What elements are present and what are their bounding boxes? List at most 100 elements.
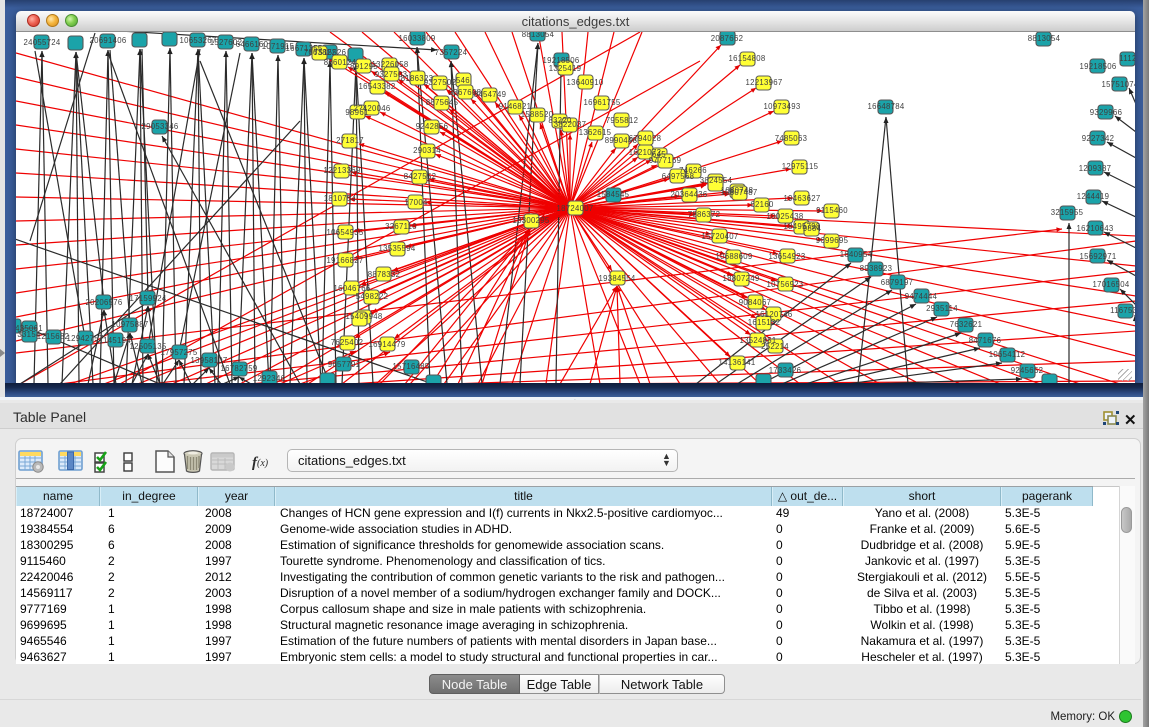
svg-text:1733426: 1733426	[769, 366, 801, 375]
svg-text:13226058: 13226058	[371, 60, 408, 69]
svg-text:17016504: 17016504	[1092, 280, 1129, 289]
svg-text:16961755: 16961755	[583, 98, 620, 107]
svg-text:16154808: 16154808	[728, 54, 765, 63]
svg-text:1615132: 1615132	[748, 318, 780, 327]
svg-text:7485063: 7485063	[775, 134, 807, 143]
svg-text:16782759: 16782759	[220, 364, 257, 373]
svg-text:8427552: 8427552	[404, 172, 436, 181]
svg-text:10025438: 10025438	[766, 212, 803, 221]
svg-text:1112: 1112	[1119, 54, 1135, 63]
svg-text:10975887: 10975887	[111, 320, 148, 329]
svg-text:1215682: 1215682	[37, 332, 69, 341]
svg-text:1584545: 1584545	[597, 190, 630, 199]
svg-text:17159924: 17159924	[129, 294, 166, 303]
svg-text:9242856: 9242856	[416, 122, 448, 131]
svg-text:18300295: 18300295	[512, 216, 549, 225]
svg-text:18724007: 18724007	[556, 204, 593, 213]
svg-text:10807487: 10807487	[720, 188, 757, 197]
svg-text:15409948: 15409948	[345, 312, 382, 321]
svg-text:8938923: 8938923	[860, 264, 892, 273]
svg-text:16648784: 16648784	[867, 102, 904, 111]
svg-text:252214: 252214	[761, 342, 789, 351]
svg-text:9699695: 9699695	[816, 236, 849, 245]
svg-text:12942757: 12942757	[66, 334, 103, 343]
svg-text:8454749: 8454749	[474, 90, 506, 99]
svg-text:29053346: 29053346	[141, 122, 178, 131]
svg-text:3215955: 3215955	[1051, 208, 1084, 217]
svg-text:13654923: 13654923	[768, 252, 805, 261]
svg-text:8813054: 8813054	[522, 32, 555, 39]
svg-text:7955812: 7955812	[606, 116, 638, 125]
svg-text:6794028: 6794028	[629, 134, 661, 143]
svg-text:9777169: 9777169	[649, 156, 681, 165]
svg-text:9245652: 9245652	[1011, 366, 1043, 375]
svg-text:20206576: 20206576	[85, 298, 122, 307]
svg-text:24055724: 24055724	[23, 38, 60, 47]
svg-text:7625402: 7625402	[331, 338, 363, 347]
svg-text:7663822: 7663822	[304, 48, 336, 57]
svg-text:10973493: 10973493	[763, 102, 800, 111]
svg-text:16914479: 16914479	[368, 340, 405, 349]
svg-text:3824554: 3824554	[700, 176, 733, 185]
svg-text:8471676: 8471676	[969, 336, 1001, 345]
svg-text:10688609: 10688609	[715, 252, 752, 261]
svg-text:8813054: 8813054	[1028, 34, 1061, 43]
svg-text:2087662: 2087662	[711, 34, 743, 43]
svg-text:13535594: 13535594	[378, 244, 415, 253]
svg-text:19463627: 19463627	[783, 194, 820, 203]
svg-text:7886372: 7886372	[688, 210, 720, 219]
svg-text:9227342: 9227342	[1082, 134, 1114, 143]
svg-text:15720407: 15720407	[701, 232, 738, 241]
svg-text:19166827: 19166827	[326, 256, 363, 265]
svg-text:3267110: 3267110	[385, 222, 417, 231]
svg-text:10654112: 10654112	[989, 350, 1026, 359]
svg-text:13640910: 13640910	[566, 78, 603, 87]
svg-text:546: 546	[456, 76, 470, 85]
svg-text:1209387: 1209387	[1079, 164, 1111, 173]
svg-text:1244419: 1244419	[1077, 192, 1109, 201]
svg-text:9329966: 9329966	[1090, 108, 1122, 117]
svg-text:1810754: 1810754	[324, 194, 357, 203]
svg-text:12975115: 12975115	[782, 162, 819, 171]
svg-text:98961: 98961	[345, 108, 368, 117]
svg-text:15716485: 15716485	[392, 362, 429, 371]
svg-text:14136141: 14136141	[718, 358, 755, 367]
svg-text:746266: 746266	[679, 166, 707, 175]
svg-text:2935114: 2935114	[926, 304, 958, 313]
svg-text:17004: 17004	[404, 198, 428, 207]
svg-text:9327502: 9327502	[424, 78, 456, 87]
svg-text:15692971: 15692971	[1079, 252, 1116, 261]
svg-text:271817: 271817	[336, 136, 364, 145]
svg-text:20691406: 20691406	[89, 36, 126, 45]
svg-text:1167534: 1167534	[1110, 306, 1135, 315]
svg-text:1292346: 1292346	[253, 374, 285, 383]
svg-text:9657791: 9657791	[328, 360, 360, 369]
svg-text:19384554: 19384554	[598, 274, 635, 283]
svg-text:9084067: 9084067	[739, 298, 771, 307]
svg-text:1325419: 1325419	[549, 64, 581, 73]
svg-text:12213967: 12213967	[745, 78, 782, 87]
svg-text:9884: 9884	[803, 224, 822, 233]
svg-text:7632621: 7632621	[950, 320, 982, 329]
svg-text:8875645: 8875645	[426, 98, 459, 107]
svg-text:9115460: 9115460	[816, 206, 848, 215]
svg-text:10654935: 10654935	[326, 228, 363, 237]
svg-text:62160: 62160	[750, 200, 774, 209]
svg-text:7357224: 7357224	[435, 48, 468, 57]
svg-text:5498222: 5498222	[356, 292, 388, 301]
svg-text:(x): (x)	[257, 458, 268, 469]
svg-text:20364436: 20364436	[670, 190, 707, 199]
svg-text:8878332: 8878332	[368, 270, 400, 279]
svg-text:16543382: 16543382	[358, 82, 395, 91]
svg-text:12213369: 12213369	[323, 166, 360, 175]
svg-text:1145194: 1145194	[99, 336, 131, 345]
svg-text:19218506: 19218506	[1079, 62, 1116, 71]
svg-text:290314: 290314	[413, 146, 441, 155]
svg-text:16033809: 16033809	[398, 34, 435, 43]
svg-text:15751074: 15751074	[1101, 80, 1135, 89]
svg-text:9474444: 9474444	[905, 292, 938, 301]
svg-text:16210643: 16210643	[1076, 224, 1113, 233]
svg-text:6879197: 6879197	[881, 278, 913, 287]
svg-text:18807249: 18807249	[722, 274, 759, 283]
svg-text:10756923: 10756923	[766, 280, 803, 289]
